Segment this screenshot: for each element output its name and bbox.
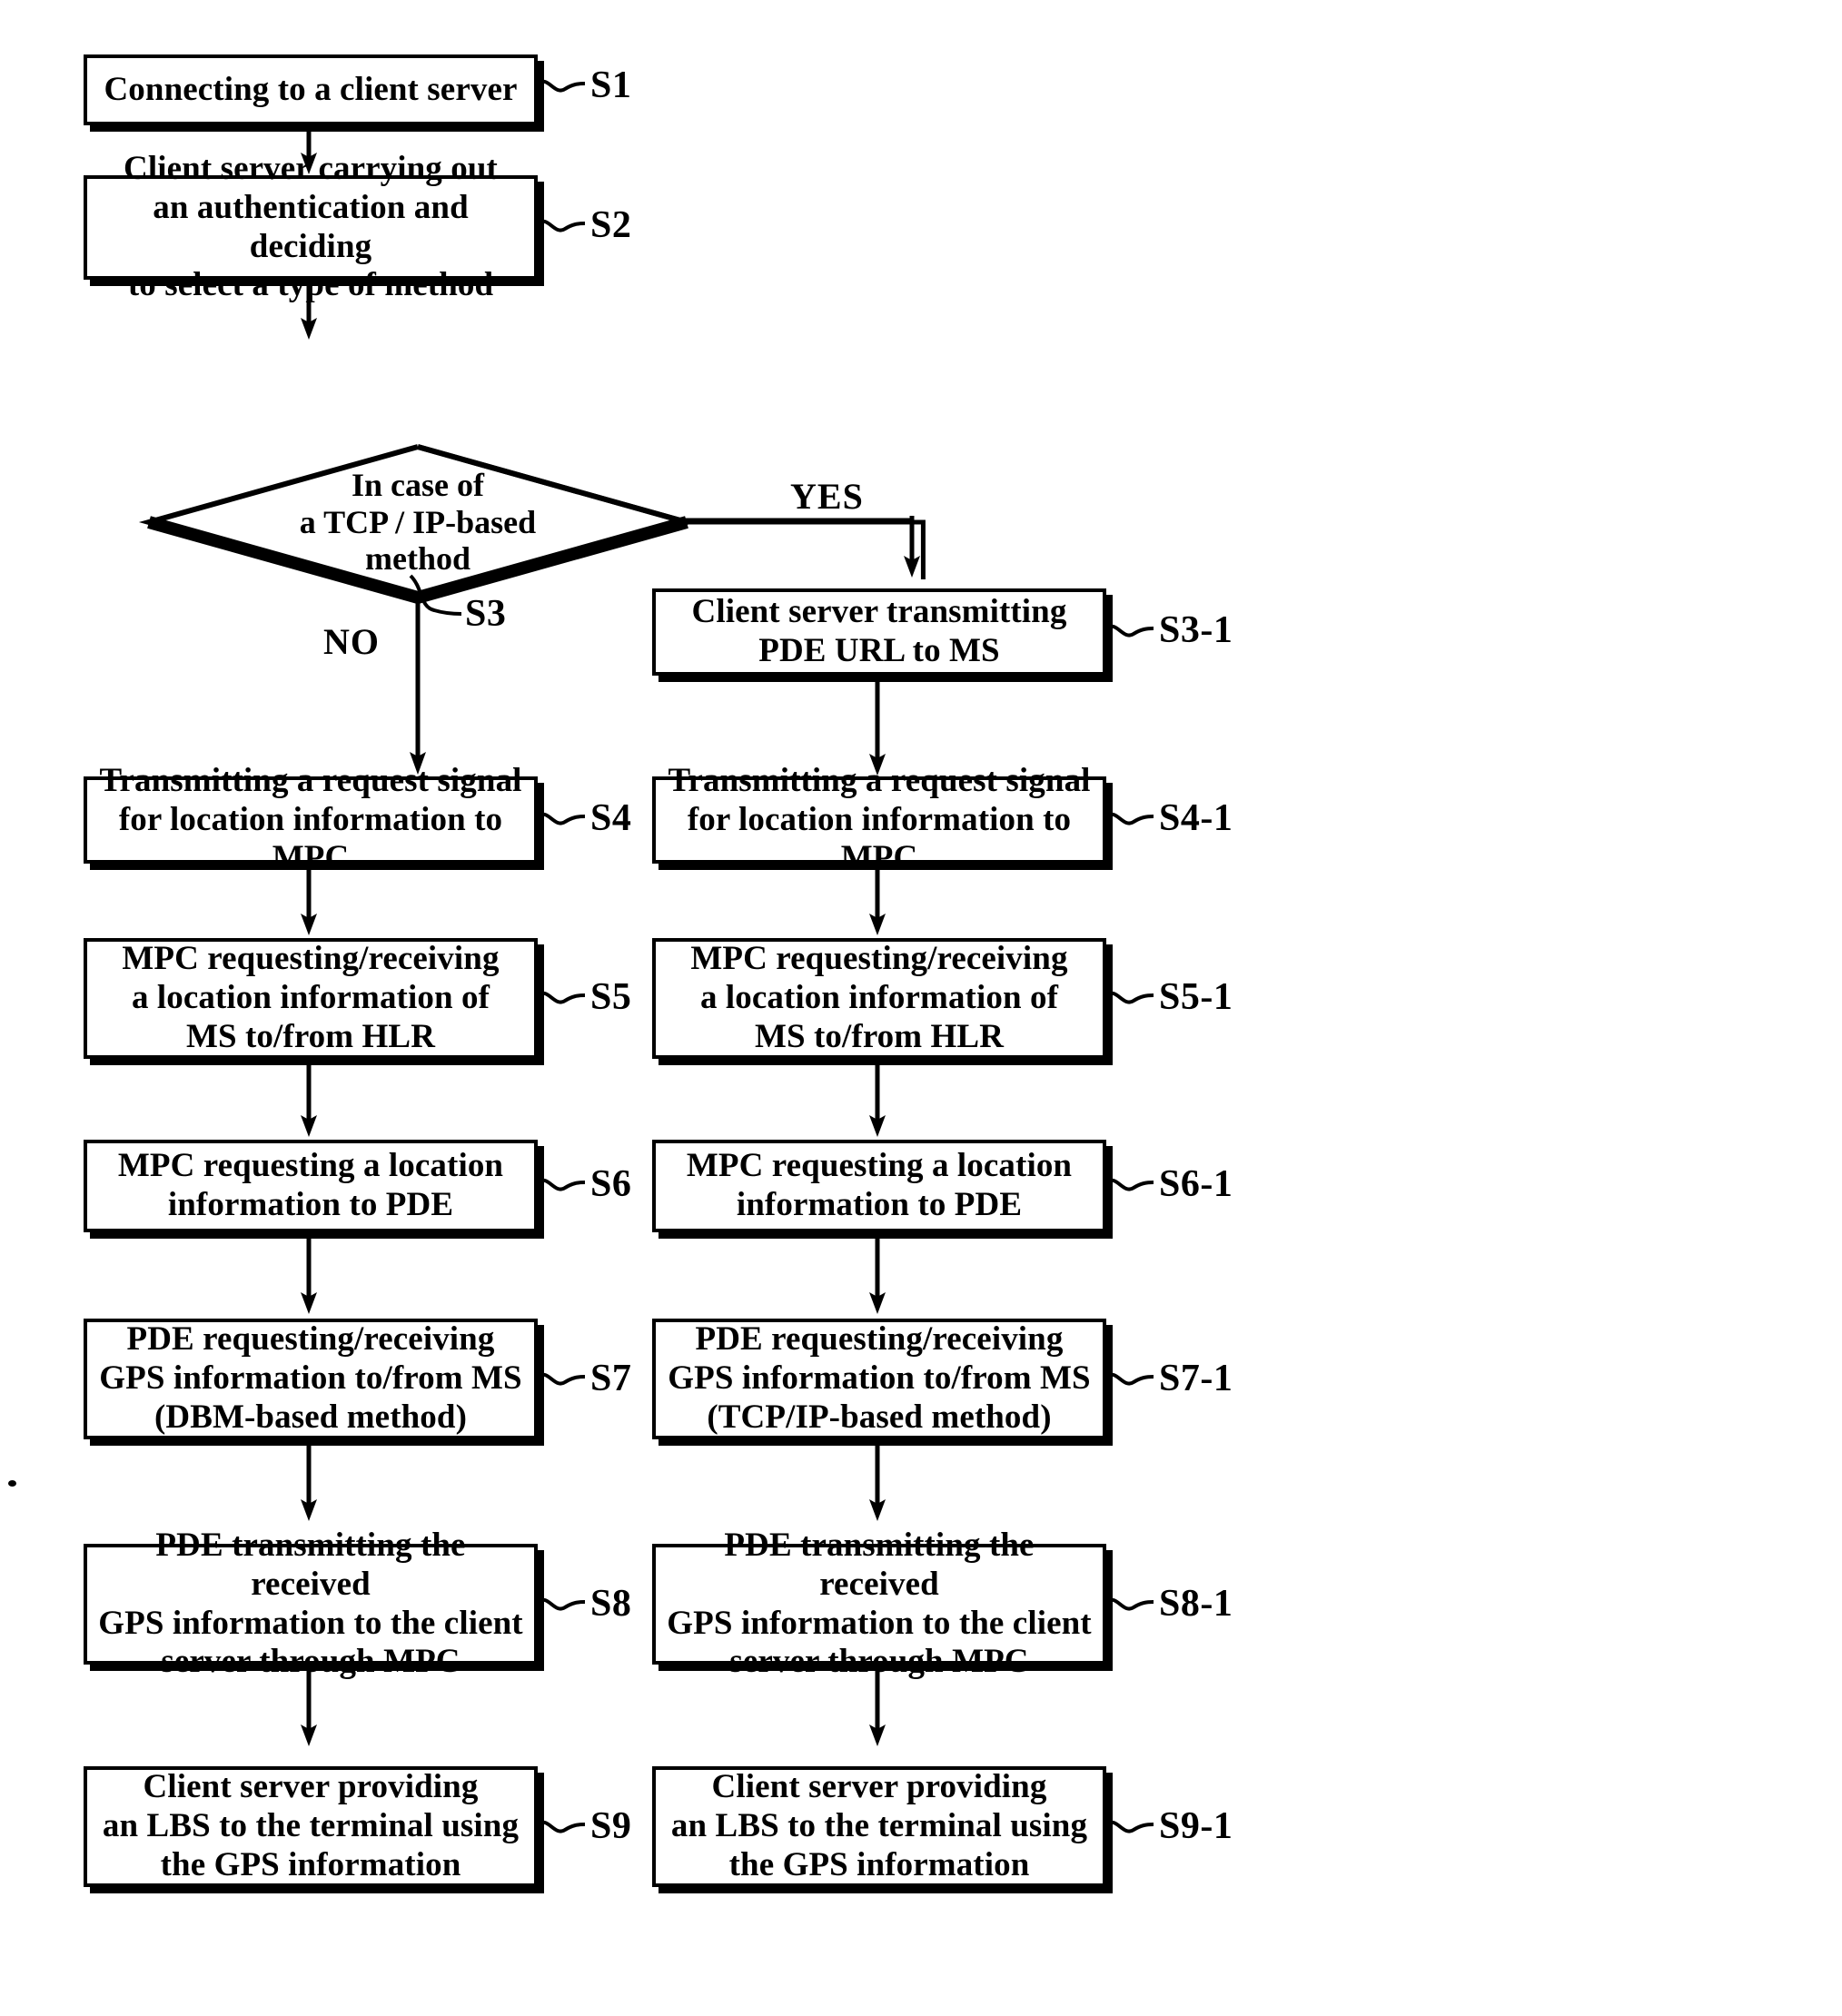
step-box-s7: PDE requesting/receiving GPS information…	[84, 1319, 538, 1439]
step-box-s9-text: Client server providing an LBS to the te…	[102, 1768, 520, 1883]
step-box-s8-1: PDE transmitting the received GPS inform…	[652, 1527, 1106, 1680]
step-label-s3-1: S3-1	[1159, 609, 1233, 651]
connector-s3-no-s4	[410, 598, 426, 775]
step-box-s9-1-text: Client server providing an LBS to the te…	[670, 1768, 1088, 1883]
leader-line-s6-1	[1104, 1178, 1154, 1191]
step-box-s5-1: MPC requesting/receiving a location info…	[652, 938, 1106, 1059]
step-box-s1-text: Connecting to a client server	[104, 70, 518, 108]
step-label-s3: S3	[465, 593, 507, 635]
leader-line-s9	[536, 1820, 586, 1833]
step-box-s6: MPC requesting a location information to…	[84, 1140, 538, 1232]
leader-line-s5	[536, 991, 586, 1004]
flowchart-canvas: Connecting to a client server S1 Client …	[0, 0, 1842, 2016]
step-box-s7-text: PDE requesting/receiving GPS information…	[99, 1320, 522, 1436]
connector-s6-s7	[301, 1232, 317, 1314]
leader-line-s6	[536, 1178, 586, 1191]
step-label-s4-1: S4-1	[1159, 797, 1233, 839]
step-label-s8-1: S8-1	[1159, 1583, 1233, 1625]
leader-line-s4-1	[1104, 812, 1154, 825]
step-box-s8-text: PDE transmitting the received GPS inform…	[98, 1526, 523, 1681]
connector-s7-1-s8-1	[869, 1439, 886, 1521]
step-box-s9: Client server providing an LBS to the te…	[84, 1766, 538, 1887]
step-box-s7-1: PDE requesting/receiving GPS information…	[652, 1319, 1106, 1439]
step-label-s5: S5	[590, 976, 632, 1018]
connector-s4-1-s5-1	[869, 864, 886, 935]
leader-line-s9-1	[1104, 1820, 1154, 1833]
step-box-s4-text: Transmitting a request signal for locati…	[99, 761, 522, 877]
step-box-s9-1: Client server providing an LBS to the te…	[652, 1766, 1106, 1887]
step-label-s2: S2	[590, 204, 632, 246]
connector-s4-s5	[301, 864, 317, 935]
connector-s5-1-s6-1	[869, 1059, 886, 1137]
leader-line-s7	[536, 1372, 586, 1386]
step-label-s7-1: S7-1	[1159, 1358, 1233, 1399]
step-box-s1: Connecting to a client server	[84, 54, 538, 125]
step-box-s4-1-text: Transmitting a request signal for locati…	[668, 761, 1091, 877]
step-box-s6-1: MPC requesting a location information to…	[652, 1140, 1106, 1232]
connector-s8-s9	[301, 1665, 317, 1746]
leader-line-s3-1	[1104, 624, 1154, 637]
connector-yes-horizontal	[685, 518, 912, 523]
step-label-s9: S9	[590, 1805, 632, 1847]
step-box-s8-1-text: PDE transmitting the received GPS inform…	[667, 1526, 1092, 1681]
connector-s2-s3	[301, 280, 317, 340]
step-box-s3-1-text: Client server transmitting PDE URL to MS	[691, 593, 1067, 669]
leader-line-s8-1	[1104, 1597, 1154, 1611]
step-label-s7: S7	[590, 1358, 632, 1399]
step-label-s9-1: S9-1	[1159, 1805, 1233, 1847]
leader-line-s7-1	[1104, 1372, 1154, 1386]
connector-s7-s8	[301, 1439, 317, 1521]
step-box-s3-1: Client server transmitting PDE URL to MS	[652, 588, 1106, 676]
scan-artifact-speck	[8, 1480, 16, 1487]
connector-s5-s6	[301, 1059, 317, 1137]
connector-s8-1-s9-1	[869, 1665, 886, 1746]
step-label-s1: S1	[590, 64, 632, 106]
leader-line-s8	[536, 1597, 586, 1611]
step-box-s6-text: MPC requesting a location information to…	[117, 1147, 504, 1223]
step-box-s5-1-text: MPC requesting/receiving a location info…	[690, 940, 1068, 1055]
step-box-s2: Client server carrying out an authentica…	[84, 150, 538, 303]
leader-line-s4	[536, 812, 586, 825]
step-label-s6-1: S6-1	[1159, 1163, 1233, 1205]
step-label-s4: S4	[590, 797, 632, 839]
step-label-s8: S8	[590, 1583, 632, 1625]
step-box-s4: Transmitting a request signal for locati…	[84, 762, 538, 876]
step-box-s5-text: MPC requesting/receiving a location info…	[122, 940, 500, 1055]
leader-line-s1	[536, 79, 586, 93]
leader-line-s2	[536, 219, 586, 232]
step-box-s5: MPC requesting/receiving a location info…	[84, 938, 538, 1059]
step-label-s6: S6	[590, 1163, 632, 1205]
leader-line-s5-1	[1104, 991, 1154, 1004]
step-label-s5-1: S5-1	[1159, 976, 1233, 1018]
branch-label-no: NO	[323, 621, 380, 662]
step-box-s7-1-text: PDE requesting/receiving GPS information…	[668, 1320, 1091, 1436]
connector-yes-vertical	[904, 516, 920, 578]
step-box-s6-1-text: MPC requesting a location information to…	[686, 1147, 1073, 1223]
connector-s6-1-s7-1	[869, 1232, 886, 1314]
step-box-s8: PDE transmitting the received GPS inform…	[84, 1527, 538, 1680]
step-box-s4-1: Transmitting a request signal for locati…	[652, 762, 1106, 876]
